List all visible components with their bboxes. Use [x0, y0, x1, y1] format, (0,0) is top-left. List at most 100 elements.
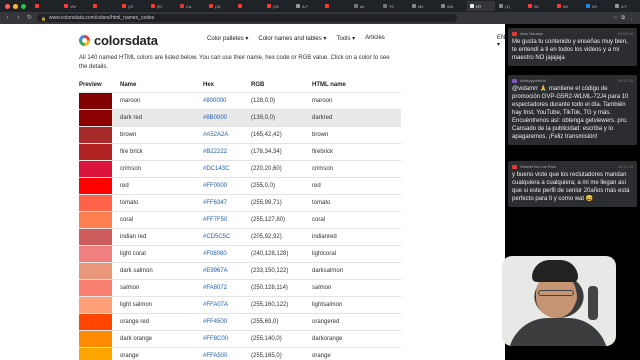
color-swatch[interactable] [79, 125, 112, 143]
table-row[interactable]: tomato #FF6347 (255,99,71) tomato [79, 193, 401, 211]
table-row[interactable]: coral #FF7F50 (255,127,80) coral [79, 210, 401, 228]
forward-icon[interactable]: › [15, 14, 22, 22]
swatch-preview[interactable] [79, 296, 112, 313]
color-hex-link[interactable]: #FF4500 [203, 312, 251, 330]
swatch-preview[interactable] [79, 126, 112, 143]
minimize-window-button[interactable] [13, 3, 18, 9]
browser-tab[interactable]: A F [612, 1, 640, 11]
color-hex-link[interactable]: #FF6347 [203, 193, 251, 211]
site-logo[interactable]: colorsdata [79, 33, 158, 48]
browser-tab[interactable] [32, 1, 60, 11]
maximize-window-button[interactable] [21, 3, 26, 9]
color-hex-link[interactable]: #FF0000 [203, 176, 251, 194]
color-hex-link[interactable]: #DC143C [203, 159, 251, 177]
swatch-preview[interactable] [79, 330, 112, 347]
table-row[interactable]: crimson #DC143C (220,20,60) crimson [79, 159, 401, 177]
color-hex-link[interactable]: #800000 [203, 91, 251, 109]
swatch-preview[interactable] [79, 194, 112, 211]
color-swatch[interactable] [79, 193, 112, 211]
browser-tab[interactable]: Wi [583, 1, 611, 11]
color-swatch[interactable] [79, 261, 112, 279]
color-hex-link[interactable]: #FF7F50 [203, 210, 251, 228]
language-selector[interactable]: EN ▾ [497, 35, 505, 48]
swatch-preview[interactable] [79, 92, 112, 109]
color-swatch[interactable] [79, 244, 112, 262]
browser-tab[interactable]: Vid [61, 1, 89, 11]
table-row[interactable]: light coral #F08080 (240,128,128) lightcora… [79, 244, 401, 262]
browser-tab[interactable]: (31 [206, 1, 234, 11]
color-swatch[interactable] [79, 159, 112, 177]
browser-tab[interactable]: TC [380, 1, 408, 11]
browser-tab[interactable]: (Ei [148, 1, 176, 11]
swatch-preview[interactable] [79, 279, 112, 296]
browser-tab[interactable]: (25 [264, 1, 292, 11]
color-hex-link[interactable]: #A52A2A [203, 125, 251, 143]
swatch-preview[interactable] [79, 109, 112, 126]
color-swatch[interactable] [79, 108, 112, 126]
swatch-preview[interactable] [79, 347, 112, 360]
color-hex-link[interactable]: #F08080 [203, 244, 251, 262]
swatch-preview[interactable] [79, 228, 112, 245]
color-hex-link[interactable]: #FF8C00 [203, 329, 251, 347]
color-hex-link[interactable]: #E9967A [203, 261, 251, 279]
browser-tab[interactable] [90, 1, 118, 11]
swatch-preview[interactable] [79, 211, 112, 228]
swatch-preview[interactable] [79, 262, 112, 279]
table-row[interactable]: dark salmon #E9967A (233,150,122) darksalmo… [79, 261, 401, 279]
color-hex-link[interactable]: #FFA500 [203, 346, 251, 360]
table-row[interactable]: brown #A52A2A (165,42,42) brown [79, 125, 401, 143]
table-row[interactable]: fire brick #B22222 (178,34,34) firebrick [79, 142, 401, 160]
browser-tab[interactable]: Me [409, 1, 437, 11]
browser-tab[interactable]: Wi [525, 1, 553, 11]
nav-color-palettes[interactable]: Color palletes ▾ [207, 35, 248, 42]
color-swatch[interactable] [79, 142, 112, 160]
browser-tab[interactable]: WA [438, 1, 466, 11]
color-hex-link[interactable]: #8B0000 [203, 108, 251, 126]
color-swatch[interactable] [79, 176, 112, 194]
browser-tab[interactable]: (37 [119, 1, 147, 11]
browser-tab[interactable]: tcl [351, 1, 379, 11]
table-row[interactable]: orange #FFA500 (255,165,0) orange [79, 346, 401, 360]
table-row[interactable]: dark red #8B0000 (139,0,0) darkred [79, 108, 401, 126]
table-row[interactable]: orange red #FF4500 (255,69,0) orangered [79, 312, 401, 330]
close-window-button[interactable] [5, 3, 10, 9]
nav-articles[interactable]: Articles [365, 35, 385, 42]
nav-tools[interactable]: Tools ▾ [336, 35, 355, 42]
table-row[interactable]: indian red #CD5C5C (205,92,92) indianred [79, 227, 401, 245]
browser-tab[interactable]: (1) [496, 1, 524, 11]
color-hex-link[interactable]: #B22222 [203, 142, 251, 160]
table-row[interactable]: dark orange #FF8C00 (255,140,0) darkorange [79, 329, 401, 347]
color-swatch[interactable] [79, 346, 112, 360]
color-swatch[interactable] [79, 91, 112, 109]
table-row[interactable]: red #FF0000 (255,0,0) red [79, 176, 401, 194]
star-icon[interactable]: ☆ [613, 15, 617, 21]
url-field[interactable]: 🔒 www.colorsdata.com/colors/html_names_c… [37, 14, 457, 22]
swatch-preview[interactable] [79, 313, 112, 330]
color-hex-link[interactable]: #FA8072 [203, 278, 251, 296]
swatch-preview[interactable] [79, 160, 112, 177]
color-hex-link[interactable]: #FFA07A [203, 295, 251, 313]
color-swatch[interactable] [79, 295, 112, 313]
back-icon[interactable]: ‹ [4, 14, 11, 22]
color-swatch[interactable] [79, 227, 112, 245]
reload-icon[interactable]: ↻ [26, 14, 33, 22]
extensions-icon[interactable]: ⧉ [621, 15, 625, 21]
browser-tab[interactable] [235, 1, 263, 11]
swatch-preview[interactable] [79, 177, 112, 194]
browser-tab[interactable]: Ca [177, 1, 205, 11]
browser-tab[interactable]: Wi [554, 1, 582, 11]
nav-color-names-tables[interactable]: Color names and tables ▾ [258, 35, 326, 42]
color-hex-link[interactable]: #CD5C5C [203, 227, 251, 245]
color-swatch[interactable] [79, 312, 112, 330]
browser-tab[interactable] [322, 1, 350, 11]
color-swatch[interactable] [79, 329, 112, 347]
color-swatch[interactable] [79, 278, 112, 296]
table-row[interactable]: maroon #800000 (128,0,0) maroon [79, 91, 401, 109]
browser-tab[interactable]: HT [467, 1, 495, 11]
menu-icon[interactable]: ⋮ [629, 15, 634, 21]
table-row[interactable]: salmon #FA8072 (250,128,114) salmon [79, 278, 401, 296]
swatch-preview[interactable] [79, 143, 112, 160]
browser-tab[interactable]: A F [293, 1, 321, 11]
table-row[interactable]: light salmon #FFA07A (255,160,122) lightsal… [79, 295, 401, 313]
color-swatch[interactable] [79, 210, 112, 228]
